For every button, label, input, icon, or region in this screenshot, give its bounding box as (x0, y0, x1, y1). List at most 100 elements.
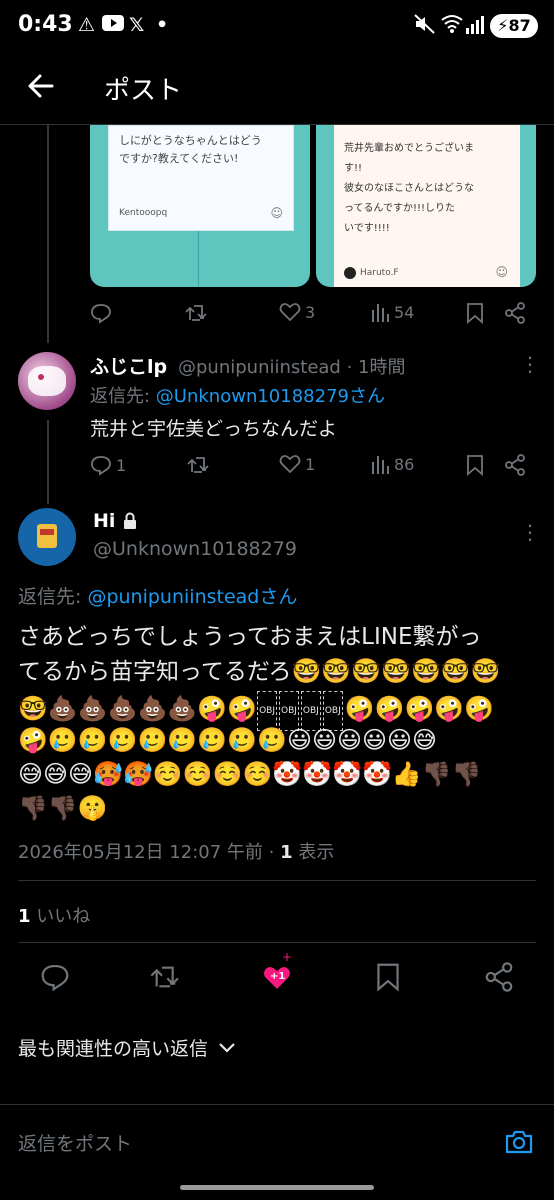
views-button[interactable]: 54 (370, 302, 414, 322)
lock-icon (122, 512, 138, 534)
likes-summary[interactable]: 1 いいね (18, 902, 90, 928)
share-icon (505, 302, 525, 324)
reply-icon (91, 304, 111, 324)
avatar[interactable] (18, 352, 76, 410)
reply-icon (91, 456, 111, 476)
mute-icon (414, 14, 436, 39)
smile-icon: ☺ (495, 265, 508, 279)
main-display-name[interactable]: Hi (93, 510, 115, 532)
wifi-icon (440, 14, 464, 39)
reply-to-user-link[interactable]: @punipuniinsteadさん (87, 586, 297, 608)
reply-compose-input[interactable] (18, 1127, 478, 1161)
retweet-icon (187, 457, 209, 473)
battery-indicator: ⚡87 (490, 14, 538, 38)
heart-icon (279, 303, 301, 322)
like-count: 3 (305, 302, 316, 322)
retweet-button[interactable] (185, 302, 213, 324)
smile-icon: ☺ (270, 206, 283, 220)
avatar-art (40, 529, 54, 535)
like-button[interactable]: 3 (279, 302, 315, 322)
page-title: ポスト (104, 76, 183, 106)
camera-button[interactable] (504, 1129, 534, 1159)
status-bar: 0:43 ⚠ 𝕏 • ⚡87 (0, 0, 554, 52)
emoji-line: 👎🏿👎🏿🤫 (18, 791, 548, 828)
like-plus-one: +1 (270, 971, 286, 982)
reply-button[interactable]: 1 (90, 454, 126, 476)
emoji-run: 😅😅😅🥵🥵☺️☺️☺️☺️🤡🤡🤡🤡👍👎🏿👎🏿 (18, 760, 482, 788)
bookmark-button[interactable] (465, 302, 485, 324)
sort-label: 最も関連性の高い返信 (18, 1038, 209, 1060)
more-options-icon[interactable]: ⋮ (520, 352, 540, 376)
retweet-button[interactable] (150, 962, 182, 996)
views-button[interactable]: 86 (370, 454, 414, 474)
charging-icon: ⚡ (497, 16, 509, 35)
avatar-art (38, 374, 44, 380)
post-text-line: てるから苗字知ってるだろ (18, 659, 292, 685)
reply-to-user-link[interactable]: @Unknown10188279さん (156, 386, 385, 407)
retweet-button[interactable] (187, 454, 215, 476)
image-paper-card: 荒井先輩おめでとうございま す!! 彼女のなほこさんとはどうな ってるんですか!… (334, 125, 520, 287)
reply-to-prefix: 返信先: (90, 386, 156, 407)
compose-bar (0, 1105, 554, 1200)
reply-to-prefix: 返信先: (18, 586, 88, 608)
bookmark-icon (467, 455, 483, 476)
avatar[interactable] (18, 508, 76, 566)
emoji-run: 👎🏿👎🏿🤫 (18, 794, 108, 822)
like-button[interactable]: 1 (279, 454, 315, 474)
share-button[interactable] (504, 302, 526, 324)
bookmark-button[interactable] (465, 454, 485, 476)
battery-level: 87 (508, 16, 531, 35)
post-image-left[interactable]: しにがとうなちゃんとはどう ですか?教えてください! Kentooopq ☺ (90, 125, 310, 287)
sparkle-icon: + (282, 950, 293, 964)
like-button-active[interactable]: + +1 (262, 950, 296, 994)
home-indicator (180, 1185, 374, 1190)
image-text: しにがとうなちゃんとはどう ですか?教えてください! (119, 134, 262, 165)
main-handle[interactable]: @Unknown10188279 (93, 538, 297, 560)
avatar-art (28, 366, 66, 396)
reply-count: 1 (116, 455, 127, 475)
status-time: 0:43 (18, 12, 73, 37)
emoji-run: 🤪🤪🤪🤪🤪 (344, 694, 495, 723)
emoji-line: 🤪🥲🥲🥲🥲🥲🥲🥲🥲😃😃😃😃😃😅 (18, 723, 548, 760)
emoji-line: 😅😅😅🥵🥵☺️☺️☺️☺️🤡🤡🤡🤡👍👎🏿👎🏿 (18, 757, 548, 794)
views-icon (372, 304, 389, 322)
reply-button[interactable] (40, 962, 70, 996)
share-button[interactable] (484, 962, 514, 996)
likes-label: いいね (36, 906, 91, 927)
bookmark-button[interactable] (374, 962, 402, 996)
post-timestamp: 2026年05月12日 12:07 午前 (18, 842, 263, 863)
reply-handle-time: @punipuniinstead · 1時間 (178, 357, 406, 378)
stats-divider (18, 942, 536, 943)
thread-line (47, 125, 49, 343)
reply-sort-dropdown[interactable]: 最も関連性の高い返信 (18, 1034, 236, 1061)
reply-display-name[interactable]: ふじこlp (90, 352, 167, 379)
heart-icon (279, 455, 301, 474)
reply-to: 返信先: @Unknown10188279さん (90, 382, 385, 408)
warning-icon: ⚠ (78, 14, 96, 36)
dot-icon: • (156, 14, 169, 36)
more-options-icon[interactable]: ⋮ (520, 520, 540, 544)
signal-icon (466, 14, 484, 39)
post-image-right[interactable]: 荒井先輩おめでとうございま す!! 彼女のなほこさんとはどうな ってるんですか!… (316, 125, 536, 287)
avatar-art (37, 524, 57, 548)
like-count: 1 (305, 454, 316, 474)
emoji-run: 🤓🤓🤓🤓🤓🤓🤓 (291, 657, 501, 685)
post-divider (18, 880, 536, 881)
image-author: Kentooopq (119, 208, 168, 218)
share-icon (505, 454, 525, 476)
likes-count: 1 (18, 906, 31, 927)
youtube-icon (102, 14, 124, 36)
views-icon (372, 456, 389, 474)
back-button[interactable] (22, 66, 62, 106)
emoji-run: 🤪🥲🥲🥲🥲🥲🥲🥲🥲😃😃😃😃😃😅 (18, 726, 438, 754)
main-post-text: さあどっちでしょうっておまえはLINE繋がっ (18, 620, 538, 654)
thread-line (47, 420, 49, 504)
share-button[interactable] (504, 454, 526, 476)
image-text: 荒井先輩おめでとうございま す!! 彼女のなほこさんとはどうな ってるんですか!… (344, 143, 474, 234)
bookmark-icon (377, 963, 399, 992)
emoji-run: 🤓💩💩💩💩💩🤪🤪 (18, 694, 258, 723)
views-count: 86 (394, 454, 415, 474)
main-reply-to: 返信先: @punipuniinsteadさん (18, 582, 297, 609)
reply-button[interactable] (90, 302, 116, 324)
x-app-icon: 𝕏 (129, 14, 145, 36)
